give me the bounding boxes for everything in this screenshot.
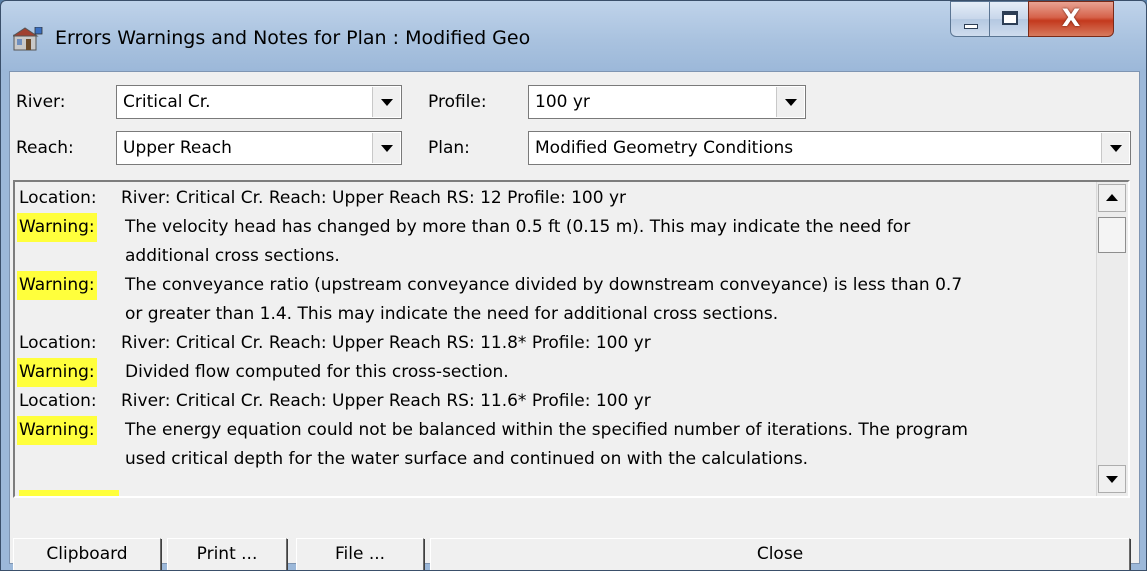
message-text: used critical depth for the water surfac… <box>125 449 809 469</box>
message-row-location: Location: River: Critical Cr. Reach: Upp… <box>19 184 1099 213</box>
message-row-warning: Warning: Divided flow computed for this … <box>17 358 1099 387</box>
river-label: River: <box>16 92 66 112</box>
plan-select-value: Modified Geometry Conditions <box>535 138 794 158</box>
file-button[interactable]: File ... <box>296 538 424 570</box>
river-select[interactable]: Critical Cr. <box>116 85 402 119</box>
message-row-warning: Warning: The conveyance ratio (upstream … <box>17 271 1099 300</box>
app-icon <box>13 27 43 51</box>
minimize-icon <box>964 24 978 29</box>
maximize-button[interactable] <box>989 1 1029 37</box>
vertical-scrollbar[interactable] <box>1096 182 1128 496</box>
river-select-value: Critical Cr. <box>123 92 211 112</box>
message-text: The velocity head has changed by more th… <box>125 217 911 237</box>
message-text: River: Critical Cr. Reach: Upper Reach R… <box>121 188 627 208</box>
chevron-down-icon <box>381 145 393 152</box>
message-key: Location: <box>19 188 97 208</box>
river-dropdown-button[interactable] <box>372 87 400 117</box>
message-text: additional cross sections. <box>125 246 340 266</box>
message-key: Location: <box>19 333 97 353</box>
messages-list[interactable]: Location: River: Critical Cr. Reach: Upp… <box>13 180 1130 498</box>
reach-label: Reach: <box>16 138 74 158</box>
message-row-location: Location: River: Critical Cr. Reach: Upp… <box>19 329 1099 358</box>
print-button[interactable]: Print ... <box>167 538 287 570</box>
message-text: Divided flow computed for this cross-sec… <box>125 362 509 382</box>
clipboard-button[interactable]: Clipboard <box>13 538 161 570</box>
reach-dropdown-button[interactable] <box>372 133 400 163</box>
close-window-button[interactable]: X <box>1028 1 1114 37</box>
message-row-location: Location: River: Critical Cr. Reach: Upp… <box>19 387 1099 416</box>
warning-key: Warning: <box>17 416 97 445</box>
message-row-continuation: or greater than 1.4. This may indicate t… <box>19 300 1099 329</box>
reach-select[interactable]: Upper Reach <box>116 131 402 165</box>
message-row-continuation: additional cross sections. <box>19 242 1099 271</box>
message-text: River: Critical Cr. Reach: Upper Reach R… <box>121 333 651 353</box>
reach-select-value: Upper Reach <box>123 138 232 158</box>
scroll-thumb[interactable] <box>1098 217 1126 253</box>
message-text: The conveyance ratio (upstream conveyanc… <box>125 275 963 295</box>
minimize-button[interactable] <box>950 1 990 37</box>
close-icon: X <box>1061 4 1081 32</box>
messages-content: Location: River: Critical Cr. Reach: Upp… <box>17 184 1099 474</box>
message-text: The energy equation could not be balance… <box>125 420 968 440</box>
message-text: River: Critical Cr. Reach: Upper Reach R… <box>121 391 651 411</box>
profile-select[interactable]: 100 yr <box>528 85 806 119</box>
errors-warnings-window: Errors Warnings and Notes for Plan : Mod… <box>0 0 1147 571</box>
partial-warning-highlight <box>19 490 119 496</box>
window-title: Errors Warnings and Notes for Plan : Mod… <box>55 27 531 49</box>
close-button[interactable]: Close <box>430 538 1130 570</box>
arrow-up-icon <box>1106 194 1118 201</box>
message-key: Location: <box>19 391 97 411</box>
message-row-warning: Warning: The energy equation could not b… <box>17 416 1099 445</box>
dialog-client-area: River: Critical Cr. Profile: 100 yr Reac… <box>9 71 1140 570</box>
profile-label: Profile: <box>428 92 487 112</box>
chevron-down-icon <box>381 99 393 106</box>
message-row-warning: Warning: The velocity head has changed b… <box>17 213 1099 242</box>
scroll-down-button[interactable] <box>1098 465 1126 493</box>
title-bar[interactable]: Errors Warnings and Notes for Plan : Mod… <box>1 1 1146 71</box>
plan-label: Plan: <box>428 138 470 158</box>
chevron-down-icon <box>785 99 797 106</box>
warning-key: Warning: <box>17 213 97 242</box>
scroll-up-button[interactable] <box>1098 184 1126 212</box>
message-text: or greater than 1.4. This may indicate t… <box>125 304 779 324</box>
profile-select-value: 100 yr <box>535 92 590 112</box>
chevron-down-icon <box>1110 145 1122 152</box>
warning-key: Warning: <box>17 271 97 300</box>
message-row-continuation: used critical depth for the water surfac… <box>19 445 1099 474</box>
profile-dropdown-button[interactable] <box>776 87 804 117</box>
plan-dropdown-button[interactable] <box>1101 133 1129 163</box>
warning-key: Warning: <box>17 358 97 387</box>
arrow-down-icon <box>1106 476 1118 483</box>
plan-select[interactable]: Modified Geometry Conditions <box>528 131 1131 165</box>
maximize-icon <box>1002 11 1018 25</box>
